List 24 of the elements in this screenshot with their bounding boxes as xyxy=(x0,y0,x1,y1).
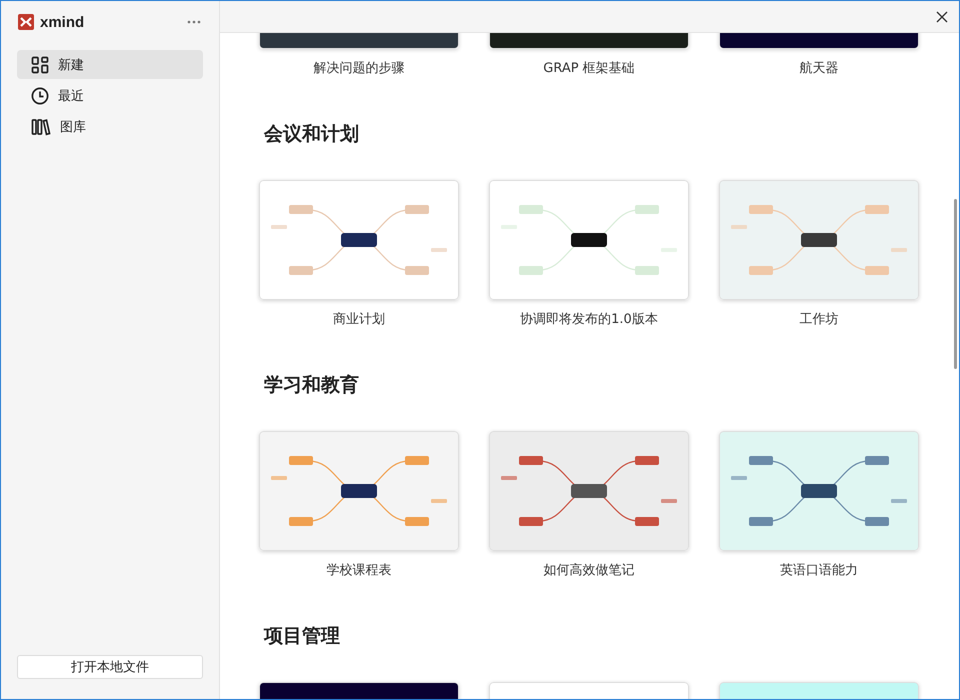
open-file-button[interactable]: 打开本地文件 xyxy=(17,655,203,679)
logo-icon xyxy=(18,14,34,30)
grid-icon xyxy=(31,56,49,74)
template-title: 如何高效做笔记 xyxy=(544,562,634,580)
template-title: 英语口语能力 xyxy=(780,562,858,580)
template-title: 协调即将发布的1.0版本 xyxy=(520,311,658,329)
template-title: 工作坊 xyxy=(800,311,838,329)
scrollbar[interactable] xyxy=(954,199,957,369)
section-heading: 学习和教育 xyxy=(264,373,360,398)
template-title: 解决问题的步骤 xyxy=(314,60,404,78)
sidebar-item[interactable]: 最近 xyxy=(17,81,203,110)
close-icon[interactable] xyxy=(936,10,948,22)
sidebar-item[interactable]: 图库 xyxy=(17,112,203,141)
more-icon[interactable] xyxy=(187,20,201,24)
sidebar-item[interactable]: 新建 xyxy=(17,50,203,79)
section-heading: 项目管理 xyxy=(264,624,341,649)
template-title: 商业计划 xyxy=(333,311,385,329)
template-title: 航天器 xyxy=(800,60,838,78)
clock-icon xyxy=(31,86,49,104)
section-heading: 会议和计划 xyxy=(264,122,360,147)
books-icon xyxy=(31,118,51,136)
template-title: 学校课程表 xyxy=(326,562,392,580)
app-name: xmind xyxy=(40,14,84,30)
template-title: GRAP 框架基础 xyxy=(543,60,635,78)
